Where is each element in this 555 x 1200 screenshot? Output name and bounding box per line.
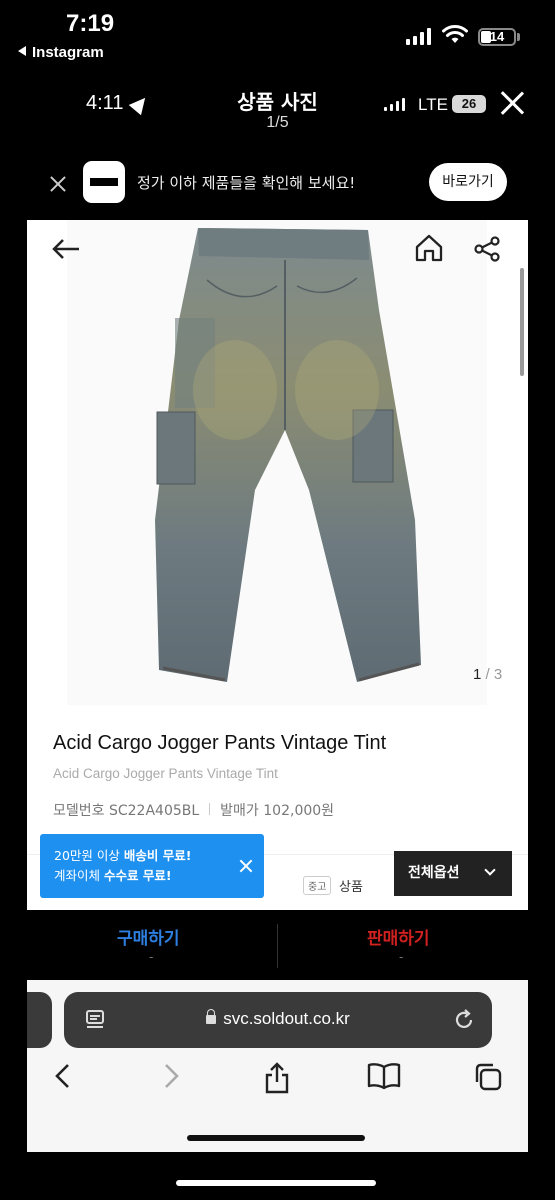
lock-icon bbox=[206, 1009, 217, 1024]
back-to-app-link[interactable]: Instagram bbox=[18, 44, 104, 61]
inner-battery-icon: 26 bbox=[452, 95, 486, 113]
image-counter-total: / 3 bbox=[485, 666, 503, 683]
tabs-icon[interactable] bbox=[473, 1062, 503, 1092]
browser-forward-icon[interactable] bbox=[161, 1062, 181, 1090]
shipping-tooltip: 20만원 이상 배송비 무료! 계좌이체 수수료 무료! bbox=[40, 834, 264, 898]
tooltip-line1-bold: 배송비 무료! bbox=[123, 848, 192, 863]
inner-home-indicator bbox=[187, 1135, 365, 1141]
share-sheet-icon[interactable] bbox=[263, 1062, 291, 1094]
tooltip-close-icon[interactable] bbox=[240, 860, 252, 872]
product-photo[interactable]: 1 / 3 bbox=[27, 220, 528, 705]
image-counter: 1 / 3 bbox=[473, 666, 502, 683]
battery-icon: 14 bbox=[478, 28, 516, 46]
sell-price: - bbox=[399, 950, 404, 964]
home-indicator bbox=[176, 1180, 376, 1186]
previous-tab[interactable] bbox=[27, 992, 52, 1048]
chevron-down-icon bbox=[484, 864, 496, 876]
reload-icon[interactable] bbox=[452, 1008, 476, 1032]
browser-toolbar: svc.soldout.co.kr bbox=[27, 980, 528, 1152]
buy-sell-bar: 구매하기 - 판매하기 - bbox=[27, 910, 528, 980]
image-counter-current: 1 bbox=[473, 666, 482, 683]
back-arrow-icon[interactable] bbox=[51, 238, 81, 260]
tooltip-line2-prefix: 계좌이체 bbox=[54, 868, 104, 883]
price-value: 102,000원 bbox=[263, 803, 335, 819]
all-options-button[interactable]: 전체옵션 bbox=[394, 851, 512, 896]
outer-status-bar: 7:19 Instagram 14 bbox=[0, 0, 555, 70]
product-meta: 모델번호 SC22A405BL 발매가 102,000원 bbox=[53, 800, 334, 820]
url-value: svc.soldout.co.kr bbox=[223, 1009, 350, 1028]
browser-back-icon[interactable] bbox=[53, 1062, 73, 1090]
close-icon[interactable] bbox=[499, 90, 525, 116]
tooltip-line1-prefix: 20만원 이상 bbox=[54, 848, 124, 863]
meta-divider bbox=[209, 803, 211, 815]
address-bar[interactable]: svc.soldout.co.kr bbox=[64, 992, 492, 1048]
status-time: 7:19 bbox=[66, 10, 115, 37]
model-value: SC22A405BL bbox=[108, 803, 200, 819]
product-title: Acid Cargo Jogger Pants Vintage Tint bbox=[53, 732, 387, 754]
home-icon[interactable] bbox=[414, 234, 444, 262]
buy-sell-divider bbox=[277, 924, 278, 968]
buy-price: - bbox=[149, 950, 154, 964]
banner-text: 정가 이하 제품들을 확인해 보세요! bbox=[137, 174, 356, 192]
inner-signal-icon bbox=[384, 98, 405, 111]
page-scrollbar[interactable] bbox=[520, 268, 524, 376]
condition-label: 상품 bbox=[339, 880, 363, 895]
buy-button[interactable]: 구매하기 bbox=[117, 924, 180, 949]
condition-badge: 중고 bbox=[303, 876, 332, 895]
app-logo-icon bbox=[83, 161, 125, 203]
wifi-icon bbox=[442, 25, 468, 43]
banner-go-button[interactable]: 바로가기 bbox=[429, 163, 507, 201]
banner-close-icon[interactable] bbox=[50, 176, 66, 192]
back-triangle-icon bbox=[18, 46, 26, 56]
battery-level: 14 bbox=[489, 29, 505, 44]
all-options-label: 전체옵션 bbox=[408, 865, 460, 881]
photo-count: 1/5 bbox=[266, 114, 289, 131]
back-app-label: Instagram bbox=[32, 44, 104, 61]
battery-cap bbox=[517, 33, 520, 41]
model-label: 모델번호 bbox=[53, 803, 105, 819]
url-text: svc.soldout.co.kr bbox=[64, 1009, 492, 1029]
product-page: 1 / 3 Acid Cargo Jogger Pants Vintage Ti… bbox=[27, 220, 528, 910]
share-icon[interactable] bbox=[473, 236, 501, 262]
tooltip-line2-bold: 수수료 무료! bbox=[103, 868, 172, 883]
cargo-pants-image bbox=[155, 228, 421, 682]
sell-button[interactable]: 판매하기 bbox=[367, 924, 430, 949]
network-type: LTE bbox=[418, 95, 448, 114]
cellular-signal-icon bbox=[406, 28, 431, 45]
bookmarks-icon[interactable] bbox=[367, 1062, 401, 1090]
price-label: 발매가 bbox=[220, 803, 259, 819]
product-subtitle: Acid Cargo Jogger Pants Vintage Tint bbox=[53, 766, 278, 781]
